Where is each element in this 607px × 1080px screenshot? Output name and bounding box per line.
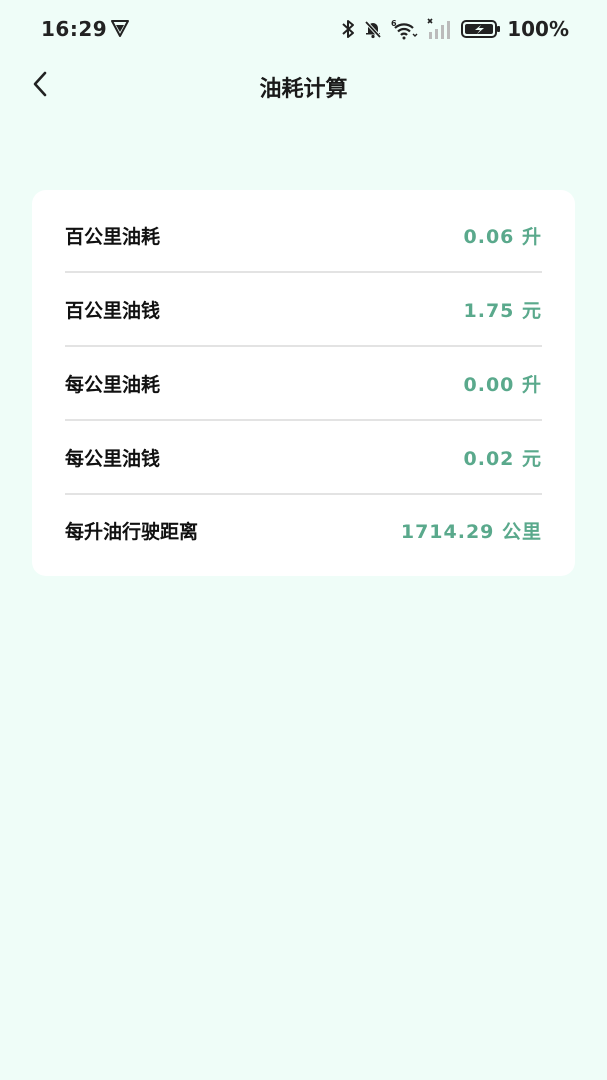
page-title: 油耗计算: [259, 77, 348, 102]
wifi-icon: 6: [391, 18, 419, 40]
result-value: 0.02 元: [463, 448, 542, 470]
results-card: 百公里油耗 0.06 升 百公里油钱 1.75 元 每公里油耗 0.00 升 每…: [32, 190, 575, 576]
result-row-cost-per-km: 每公里油钱 0.02 元: [65, 422, 542, 495]
result-label: 每公里油耗: [65, 374, 161, 396]
result-row-distance-per-liter: 每升油行驶距离 1714.29 公里: [65, 494, 542, 567]
shield-icon: [110, 18, 130, 38]
bluetooth-icon: [341, 19, 355, 39]
battery-percent: 100%: [507, 17, 569, 41]
app-header: 油耗计算: [0, 58, 607, 114]
result-row-fuel-per-km: 每公里油耗 0.00 升: [65, 348, 542, 421]
status-bar: 16:29 6 100%: [0, 0, 607, 58]
result-label: 百公里油耗: [65, 226, 161, 248]
status-icons: 6 100%: [341, 16, 569, 42]
result-row-cost-per-100km: 百公里油钱 1.75 元: [65, 274, 542, 347]
result-label: 每升油行驶距离: [65, 521, 199, 543]
result-row-fuel-per-100km: 百公里油耗 0.06 升: [65, 200, 542, 273]
signal-icon: [427, 18, 453, 40]
result-label: 每公里油钱: [65, 448, 161, 470]
result-value: 1.75 元: [463, 300, 542, 322]
result-label: 百公里油钱: [65, 300, 161, 322]
result-value: 0.00 升: [463, 374, 542, 396]
result-value: 0.06 升: [463, 226, 542, 248]
bell-muted-icon: [363, 19, 383, 39]
result-value: 1714.29 公里: [400, 521, 542, 543]
status-time: 16:29: [41, 17, 108, 41]
battery-icon: [461, 19, 501, 39]
